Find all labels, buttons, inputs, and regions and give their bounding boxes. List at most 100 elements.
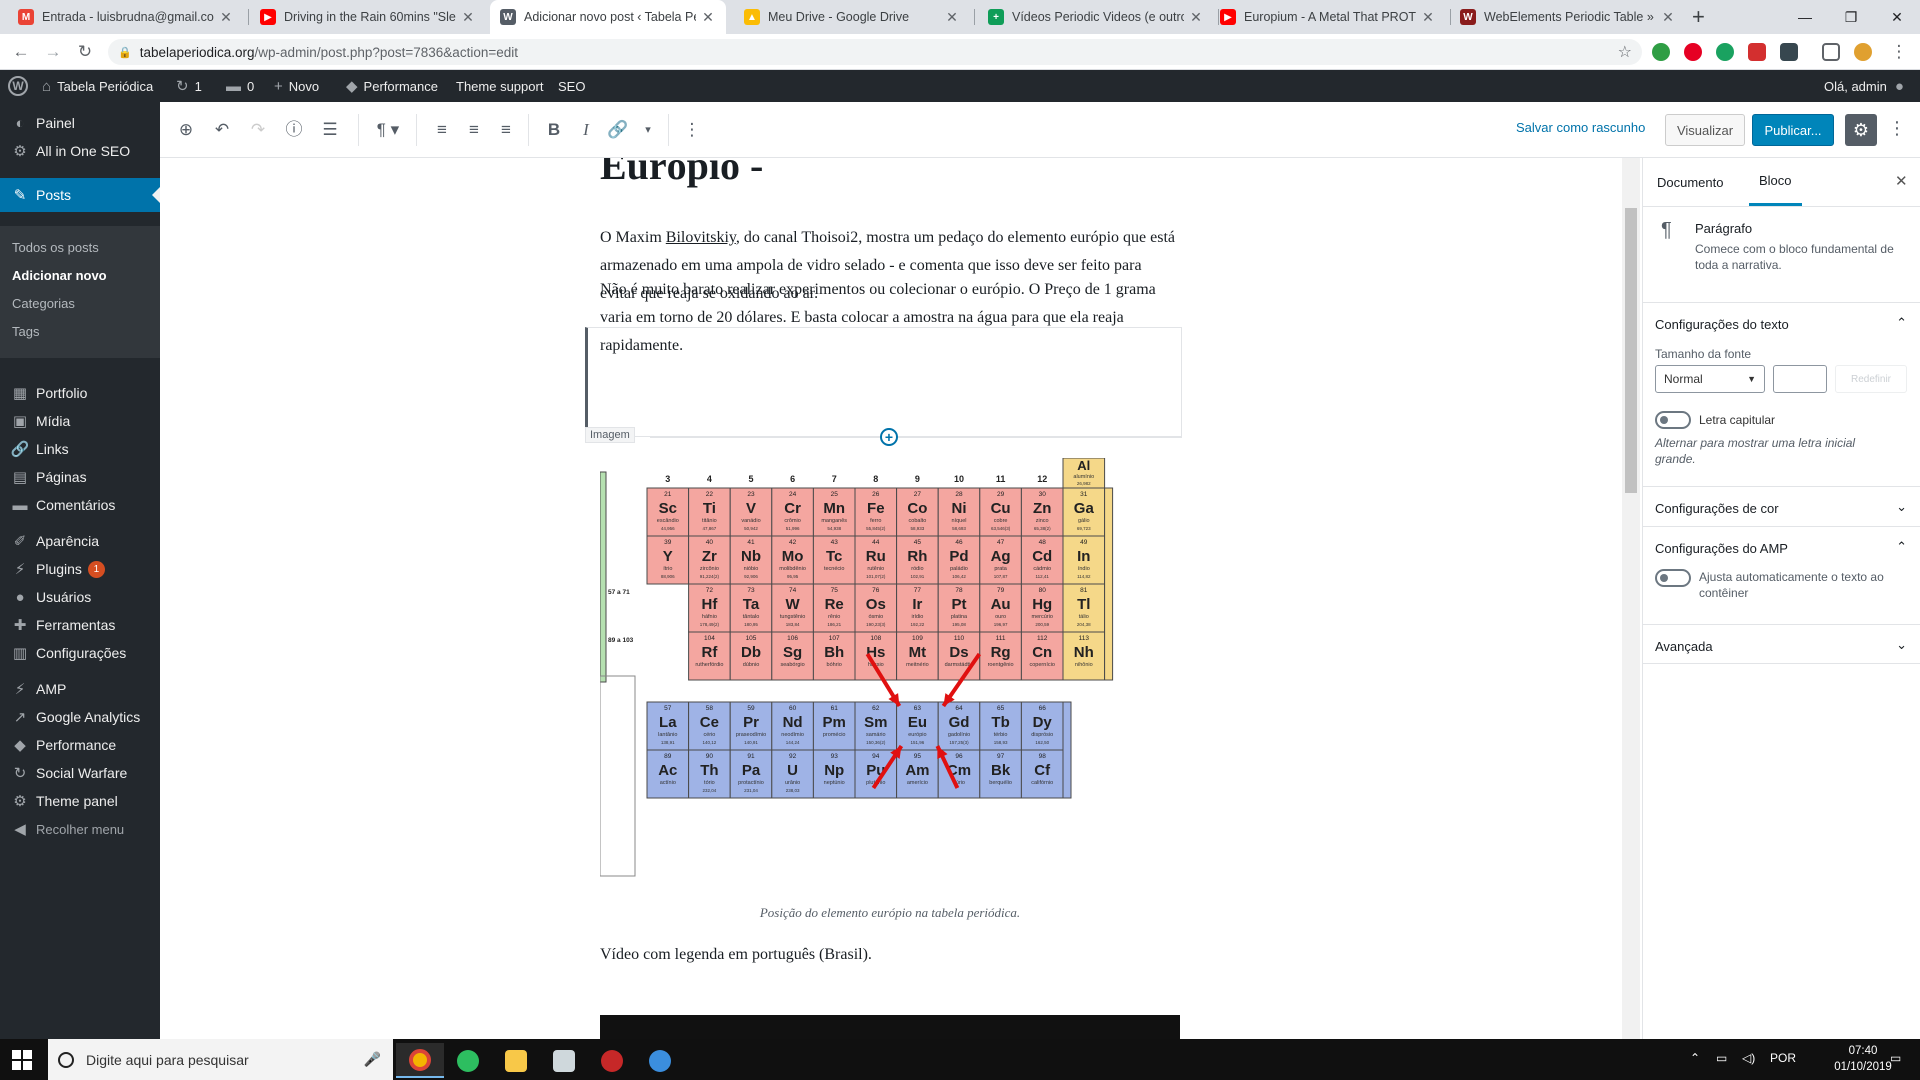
chevron-down-icon[interactable]: ⌄ <box>1896 637 1907 653</box>
block-more-icon[interactable]: ⋮ <box>680 118 704 142</box>
sidebar-item-configurações[interactable]: ▥ Configurações <box>0 636 160 670</box>
reset-font-button[interactable]: Redefinir <box>1835 365 1907 393</box>
browser-tab[interactable]: W Adicionar novo post ‹ Tabela Peri ✕ <box>490 0 726 34</box>
editor-more-icon[interactable]: ⋮ <box>1888 118 1906 139</box>
sidebar-item-recolher-menu[interactable]: ◀ Recolher menu <box>0 812 160 846</box>
bold-icon[interactable]: B <box>542 118 566 142</box>
close-window-button[interactable]: ✕ <box>1874 0 1920 34</box>
align-left-icon[interactable]: ≡ <box>430 118 454 142</box>
updates-link[interactable]: ↻ 1 <box>176 70 202 102</box>
my-account-link[interactable]: Olá, admin ● <box>1824 70 1904 102</box>
extension-badge-icon[interactable] <box>1748 43 1766 61</box>
performance-link[interactable]: ◆ Performance <box>346 70 438 102</box>
paragraph-block-2[interactable]: Não é muito barato realizar experimentos… <box>600 276 1180 360</box>
chevron-down-icon[interactable]: ⌄ <box>1896 499 1907 515</box>
maximize-button[interactable]: ❐ <box>1828 0 1874 34</box>
submenu-add-new[interactable]: Adicionar novo <box>12 268 107 283</box>
post-title[interactable]: Európio - <box>600 158 763 189</box>
browser-tab[interactable]: ▶ Europium - A Metal That PROTEC ✕ <box>1210 0 1446 34</box>
save-draft-button[interactable]: Salvar como rascunho <box>1516 120 1645 135</box>
taskbar-qbittorrent-icon[interactable] <box>636 1043 684 1078</box>
close-tab-icon[interactable]: ✕ <box>1420 9 1436 26</box>
url-omnibox[interactable]: 🔒 tabelaperiodica.org /wp-admin/post.php… <box>108 39 1642 65</box>
periodic-table-image[interactable]: 3 4 5 6 7 8 9 10 11 12 Al alumínio 26,982 21 Sc escândi… <box>600 458 1180 878</box>
italic-icon[interactable]: I <box>574 118 598 142</box>
align-right-icon[interactable]: ≡ <box>494 118 518 142</box>
close-sidebar-icon[interactable]: ✕ <box>1895 172 1908 190</box>
taskbar-app-icon[interactable] <box>540 1043 588 1078</box>
image-caption[interactable]: Posição do elemento európio na tabela pe… <box>600 905 1180 921</box>
back-icon[interactable]: ← <box>10 41 32 63</box>
taskbar-chrome-icon[interactable] <box>396 1043 444 1078</box>
taskbar-search-box[interactable]: Digite aqui para pesquisar 🎤 <box>48 1039 393 1080</box>
info-icon[interactable]: ⓘ <box>282 118 306 142</box>
undo-icon[interactable]: ↶ <box>210 118 234 142</box>
notification-icon[interactable]: ▭ <box>1890 1051 1901 1065</box>
scrollbar-thumb[interactable] <box>1625 208 1637 493</box>
microphone-icon[interactable]: 🎤 <box>364 1051 381 1068</box>
tray-chevron-icon[interactable]: ⌃ <box>1690 1051 1700 1065</box>
browser-tab[interactable]: ▲ Meu Drive - Google Drive ✕ <box>734 0 970 34</box>
wordpress-logo-icon[interactable]: W <box>8 70 28 102</box>
windows-start-icon[interactable] <box>12 1050 32 1070</box>
profile-avatar-icon[interactable] <box>1854 43 1872 61</box>
taskbar-app-red-icon[interactable] <box>588 1043 636 1078</box>
drop-cap-toggle[interactable] <box>1655 411 1691 429</box>
grammar-extension-icon[interactable] <box>1716 43 1734 61</box>
pinterest-extension-icon[interactable] <box>1684 43 1702 61</box>
font-size-select[interactable]: Normal ▼ <box>1655 365 1765 393</box>
bookmark-star-icon[interactable]: ☆ <box>1618 42 1632 62</box>
advanced-heading[interactable]: Avançada <box>1655 639 1713 654</box>
chrome-menu-icon[interactable]: ⋮ <box>1888 41 1910 63</box>
tab-block[interactable]: Bloco <box>1749 158 1802 206</box>
video-embed[interactable] <box>600 1015 1180 1039</box>
network-icon[interactable]: ▭ <box>1716 1051 1727 1065</box>
close-tab-icon[interactable]: ✕ <box>218 9 234 26</box>
more-format-chevron-icon[interactable]: ▾ <box>636 118 660 142</box>
publish-button[interactable]: Publicar... <box>1752 114 1834 146</box>
theme-support-link[interactable]: Theme support <box>456 70 543 102</box>
link-icon[interactable]: 🔗 <box>606 118 630 142</box>
preview-button[interactable]: Visualizar <box>1665 114 1745 146</box>
minimize-button[interactable]: — <box>1782 0 1828 34</box>
amp-settings-heading[interactable]: Configurações do AMP <box>1655 541 1788 556</box>
close-tab-icon[interactable]: ✕ <box>700 9 716 26</box>
close-tab-icon[interactable]: ✕ <box>460 9 476 26</box>
paragraph-type-icon[interactable]: ¶ ▾ <box>370 118 406 142</box>
system-clock[interactable]: 07:40 01/10/2019 <box>1828 1043 1898 1075</box>
align-center-icon[interactable]: ≡ <box>462 118 486 142</box>
pocket-extension-icon[interactable] <box>1780 43 1798 61</box>
amp-fit-toggle[interactable] <box>1655 569 1691 587</box>
taskbar-evernote-icon[interactable] <box>444 1043 492 1078</box>
chevron-up-icon[interactable]: ⌃ <box>1896 315 1907 331</box>
advanced-panel[interactable]: Avançada ⌄ <box>1643 624 1920 664</box>
p1-link[interactable]: Bilovitskiy <box>666 229 736 246</box>
sidebar-item-all-in-one-seo[interactable]: ⚙ All in One SEO <box>0 134 160 168</box>
new-content-link[interactable]: + Novo <box>274 70 319 102</box>
comments-link[interactable]: ▬ 0 <box>226 70 254 102</box>
input-language[interactable]: POR <box>1770 1051 1796 1065</box>
color-settings-heading[interactable]: Configurações de cor <box>1655 501 1779 516</box>
inline-inserter-icon[interactable]: + <box>880 428 898 446</box>
settings-gear-icon[interactable]: ⚙ <box>1845 114 1877 146</box>
sidebar-item-posts[interactable]: ✎ Posts <box>0 178 160 212</box>
submenu-categories[interactable]: Categorias <box>12 296 75 311</box>
cast-icon[interactable] <box>1822 43 1840 61</box>
close-tab-icon[interactable]: ✕ <box>1188 9 1204 26</box>
submenu-all-posts[interactable]: Todos os posts <box>12 240 99 255</box>
browser-tab[interactable]: W WebElements Periodic Table » Eu ✕ <box>1450 0 1686 34</box>
reload-icon[interactable]: ↻ <box>74 41 96 63</box>
tab-document[interactable]: Documento <box>1657 158 1723 206</box>
sidebar-item-comentários[interactable]: ▬ Comentários <box>0 488 160 522</box>
browser-tab[interactable]: M Entrada - luisbrudna@gmail.com ✕ <box>8 0 244 34</box>
close-tab-icon[interactable]: ✕ <box>1660 9 1676 26</box>
browser-tab[interactable]: ▶ Driving in the Rain 60mins "Sleep ✕ <box>250 0 486 34</box>
volume-icon[interactable]: ◁) <box>1742 1051 1755 1065</box>
add-block-icon[interactable]: ⊕ <box>174 118 198 142</box>
submenu-tags[interactable]: Tags <box>12 324 39 339</box>
redo-icon[interactable]: ↷ <box>246 118 270 142</box>
browser-tab[interactable]: + Vídeos Periodic Videos (e outros ✕ <box>978 0 1214 34</box>
outline-icon[interactable]: ☰ <box>318 118 342 142</box>
site-name-link[interactable]: ⌂ Tabela Periódica <box>42 70 153 102</box>
taskbar-explorer-icon[interactable] <box>492 1043 540 1078</box>
